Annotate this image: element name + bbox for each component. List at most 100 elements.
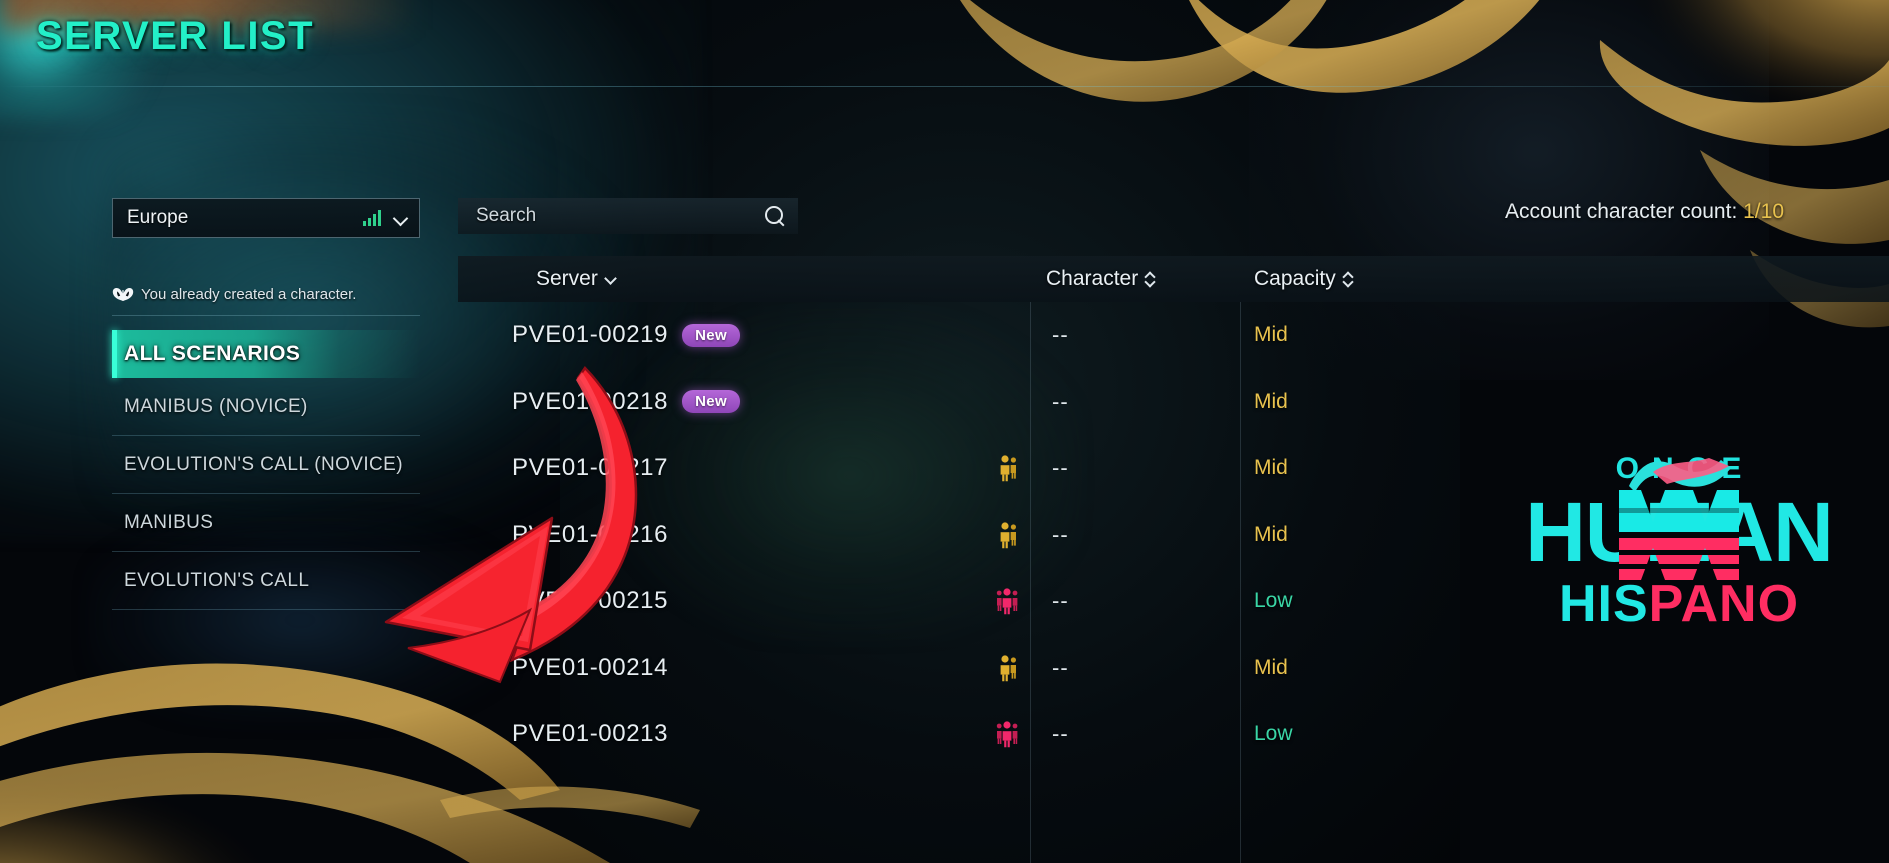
table-row[interactable]: PVE01-00213 -- Low <box>458 701 1889 768</box>
people-pink-icon <box>996 588 1018 615</box>
people-gold-icon <box>1000 522 1016 548</box>
server-name: PVE01-00219 <box>512 321 669 349</box>
column-header-capacity-label: Capacity <box>1254 267 1336 290</box>
cell-population-icon <box>986 635 1030 702</box>
sidebar-item-label: EVOLUTION'S CALL <box>124 569 310 591</box>
cell-character: -- <box>1040 568 1240 635</box>
table-row[interactable]: PVE01-00214 -- Mid <box>458 635 1889 702</box>
account-character-count-label: Account character count: <box>1504 200 1738 223</box>
cell-character: -- <box>1040 635 1240 702</box>
capacity-value: Low <box>1254 722 1293 746</box>
cell-population-icon <box>986 502 1030 569</box>
butterfly-icon <box>112 287 134 301</box>
cell-capacity: Mid <box>1254 302 1288 369</box>
character-value: -- <box>1052 654 1069 680</box>
table-row[interactable]: PVE01-00215 -- Low <box>458 568 1889 635</box>
sidebar-item-label: EVOLUTION'S CALL (NOVICE) <box>124 453 403 475</box>
cell-character: -- <box>1040 302 1240 369</box>
status-badge: New <box>682 323 741 347</box>
cell-population-icon <box>986 369 1030 436</box>
cell-server: PVE01-00214 <box>512 635 668 702</box>
cell-character: -- <box>1040 502 1240 569</box>
server-name: PVE01-00213 <box>512 720 669 748</box>
cell-server: PVE01-00219 New <box>512 302 741 369</box>
search-input[interactable]: Search <box>458 198 798 234</box>
cell-capacity: Mid <box>1254 369 1288 436</box>
sidebar-item-manibus[interactable]: MANIBUS <box>112 494 420 552</box>
sidebar-item-manibus-novice[interactable]: MANIBUS (NOVICE) <box>112 378 420 436</box>
server-name: PVE01-00215 <box>512 587 669 615</box>
status-badge: New <box>682 390 741 414</box>
table-row[interactable]: PVE01-00218 New -- Mid <box>458 369 1889 436</box>
character-value: -- <box>1052 322 1069 348</box>
server-name: PVE01-00214 <box>512 653 669 681</box>
sort-updown-icon <box>1343 271 1354 288</box>
character-value: -- <box>1052 588 1069 614</box>
sidebar-item-label: MANIBUS (NOVICE) <box>124 395 308 417</box>
search-icon[interactable] <box>764 205 786 227</box>
capacity-value: Mid <box>1254 323 1288 347</box>
cell-population-icon <box>986 302 1030 369</box>
cell-server: PVE01-00216 <box>512 502 668 569</box>
cell-character: -- <box>1040 369 1240 436</box>
left-panel: Europe You already created a character. … <box>112 198 420 610</box>
character-notice-text: You already created a character. <box>141 286 357 303</box>
server-table: Server Character Capacity PVE01-00219 Ne… <box>458 256 1889 863</box>
cell-character: -- <box>1040 701 1240 768</box>
people-pink-icon <box>996 721 1018 748</box>
server-name: PVE01-00218 <box>512 387 669 415</box>
sidebar-item-evolutions-call[interactable]: EVOLUTION'S CALL <box>112 552 420 610</box>
cell-population-icon <box>986 701 1030 768</box>
cell-server: PVE01-00217 <box>512 435 668 502</box>
people-gold-icon <box>1000 455 1016 482</box>
column-header-server-label: Server <box>536 267 598 290</box>
cell-server: PVE01-00215 <box>512 568 668 635</box>
character-value: -- <box>1052 521 1069 547</box>
cell-character: -- <box>1040 435 1240 502</box>
column-header-character[interactable]: Character <box>1046 256 1156 302</box>
column-header-capacity[interactable]: Capacity <box>1254 256 1354 302</box>
chevron-down-icon <box>605 273 617 285</box>
cell-server: PVE01-00218 New <box>512 369 741 436</box>
capacity-value: Low <box>1254 589 1293 613</box>
cell-server: PVE01-00213 <box>512 701 668 768</box>
chevron-down-icon <box>393 210 409 226</box>
table-row[interactable]: PVE01-00219 New -- Mid <box>458 302 1889 369</box>
header-divider <box>0 86 1889 87</box>
server-name: PVE01-00216 <box>512 520 669 548</box>
search-placeholder: Search <box>476 205 537 226</box>
column-header-character-label: Character <box>1046 267 1139 290</box>
character-value: -- <box>1052 388 1069 414</box>
cell-capacity: Mid <box>1254 635 1288 702</box>
cell-capacity: Mid <box>1254 435 1288 502</box>
account-character-count: Account character count: 1/10 <box>1505 200 1784 224</box>
cell-population-icon <box>986 435 1030 502</box>
people-gold-icon <box>1000 655 1016 681</box>
region-select-value: Europe <box>127 207 189 228</box>
capacity-value: Mid <box>1254 456 1288 480</box>
sidebar-item-label: ALL SCENARIOS <box>124 342 301 365</box>
capacity-value: Mid <box>1254 522 1288 546</box>
sidebar-item-evolutions-call-novice[interactable]: EVOLUTION'S CALL (NOVICE) <box>112 436 420 494</box>
cell-capacity: Mid <box>1254 502 1288 569</box>
character-value: -- <box>1052 455 1069 481</box>
signal-bars-icon <box>363 210 381 226</box>
character-value: -- <box>1052 721 1069 747</box>
table-row[interactable]: PVE01-00217 -- Mid <box>458 435 1889 502</box>
region-select[interactable]: Europe <box>112 198 420 238</box>
server-table-header: Server Character Capacity <box>458 256 1889 302</box>
cell-capacity: Low <box>1254 701 1293 768</box>
scenario-list: ALL SCENARIOS MANIBUS (NOVICE) EVOLUTION… <box>112 330 420 610</box>
column-header-server[interactable]: Server <box>536 256 617 302</box>
cell-population-icon <box>986 568 1030 635</box>
character-notice: You already created a character. <box>112 286 420 316</box>
cell-capacity: Low <box>1254 568 1293 635</box>
capacity-value: Mid <box>1254 655 1288 679</box>
table-row[interactable]: PVE01-00216 -- Mid <box>458 502 1889 569</box>
server-name: PVE01-00217 <box>512 454 669 482</box>
sidebar-item-all-scenarios[interactable]: ALL SCENARIOS <box>112 330 420 378</box>
sidebar-item-label: MANIBUS <box>124 511 214 533</box>
capacity-value: Mid <box>1254 389 1288 413</box>
account-character-count-value: 1/10 <box>1743 200 1784 223</box>
page-title: SERVER LIST <box>36 14 315 58</box>
